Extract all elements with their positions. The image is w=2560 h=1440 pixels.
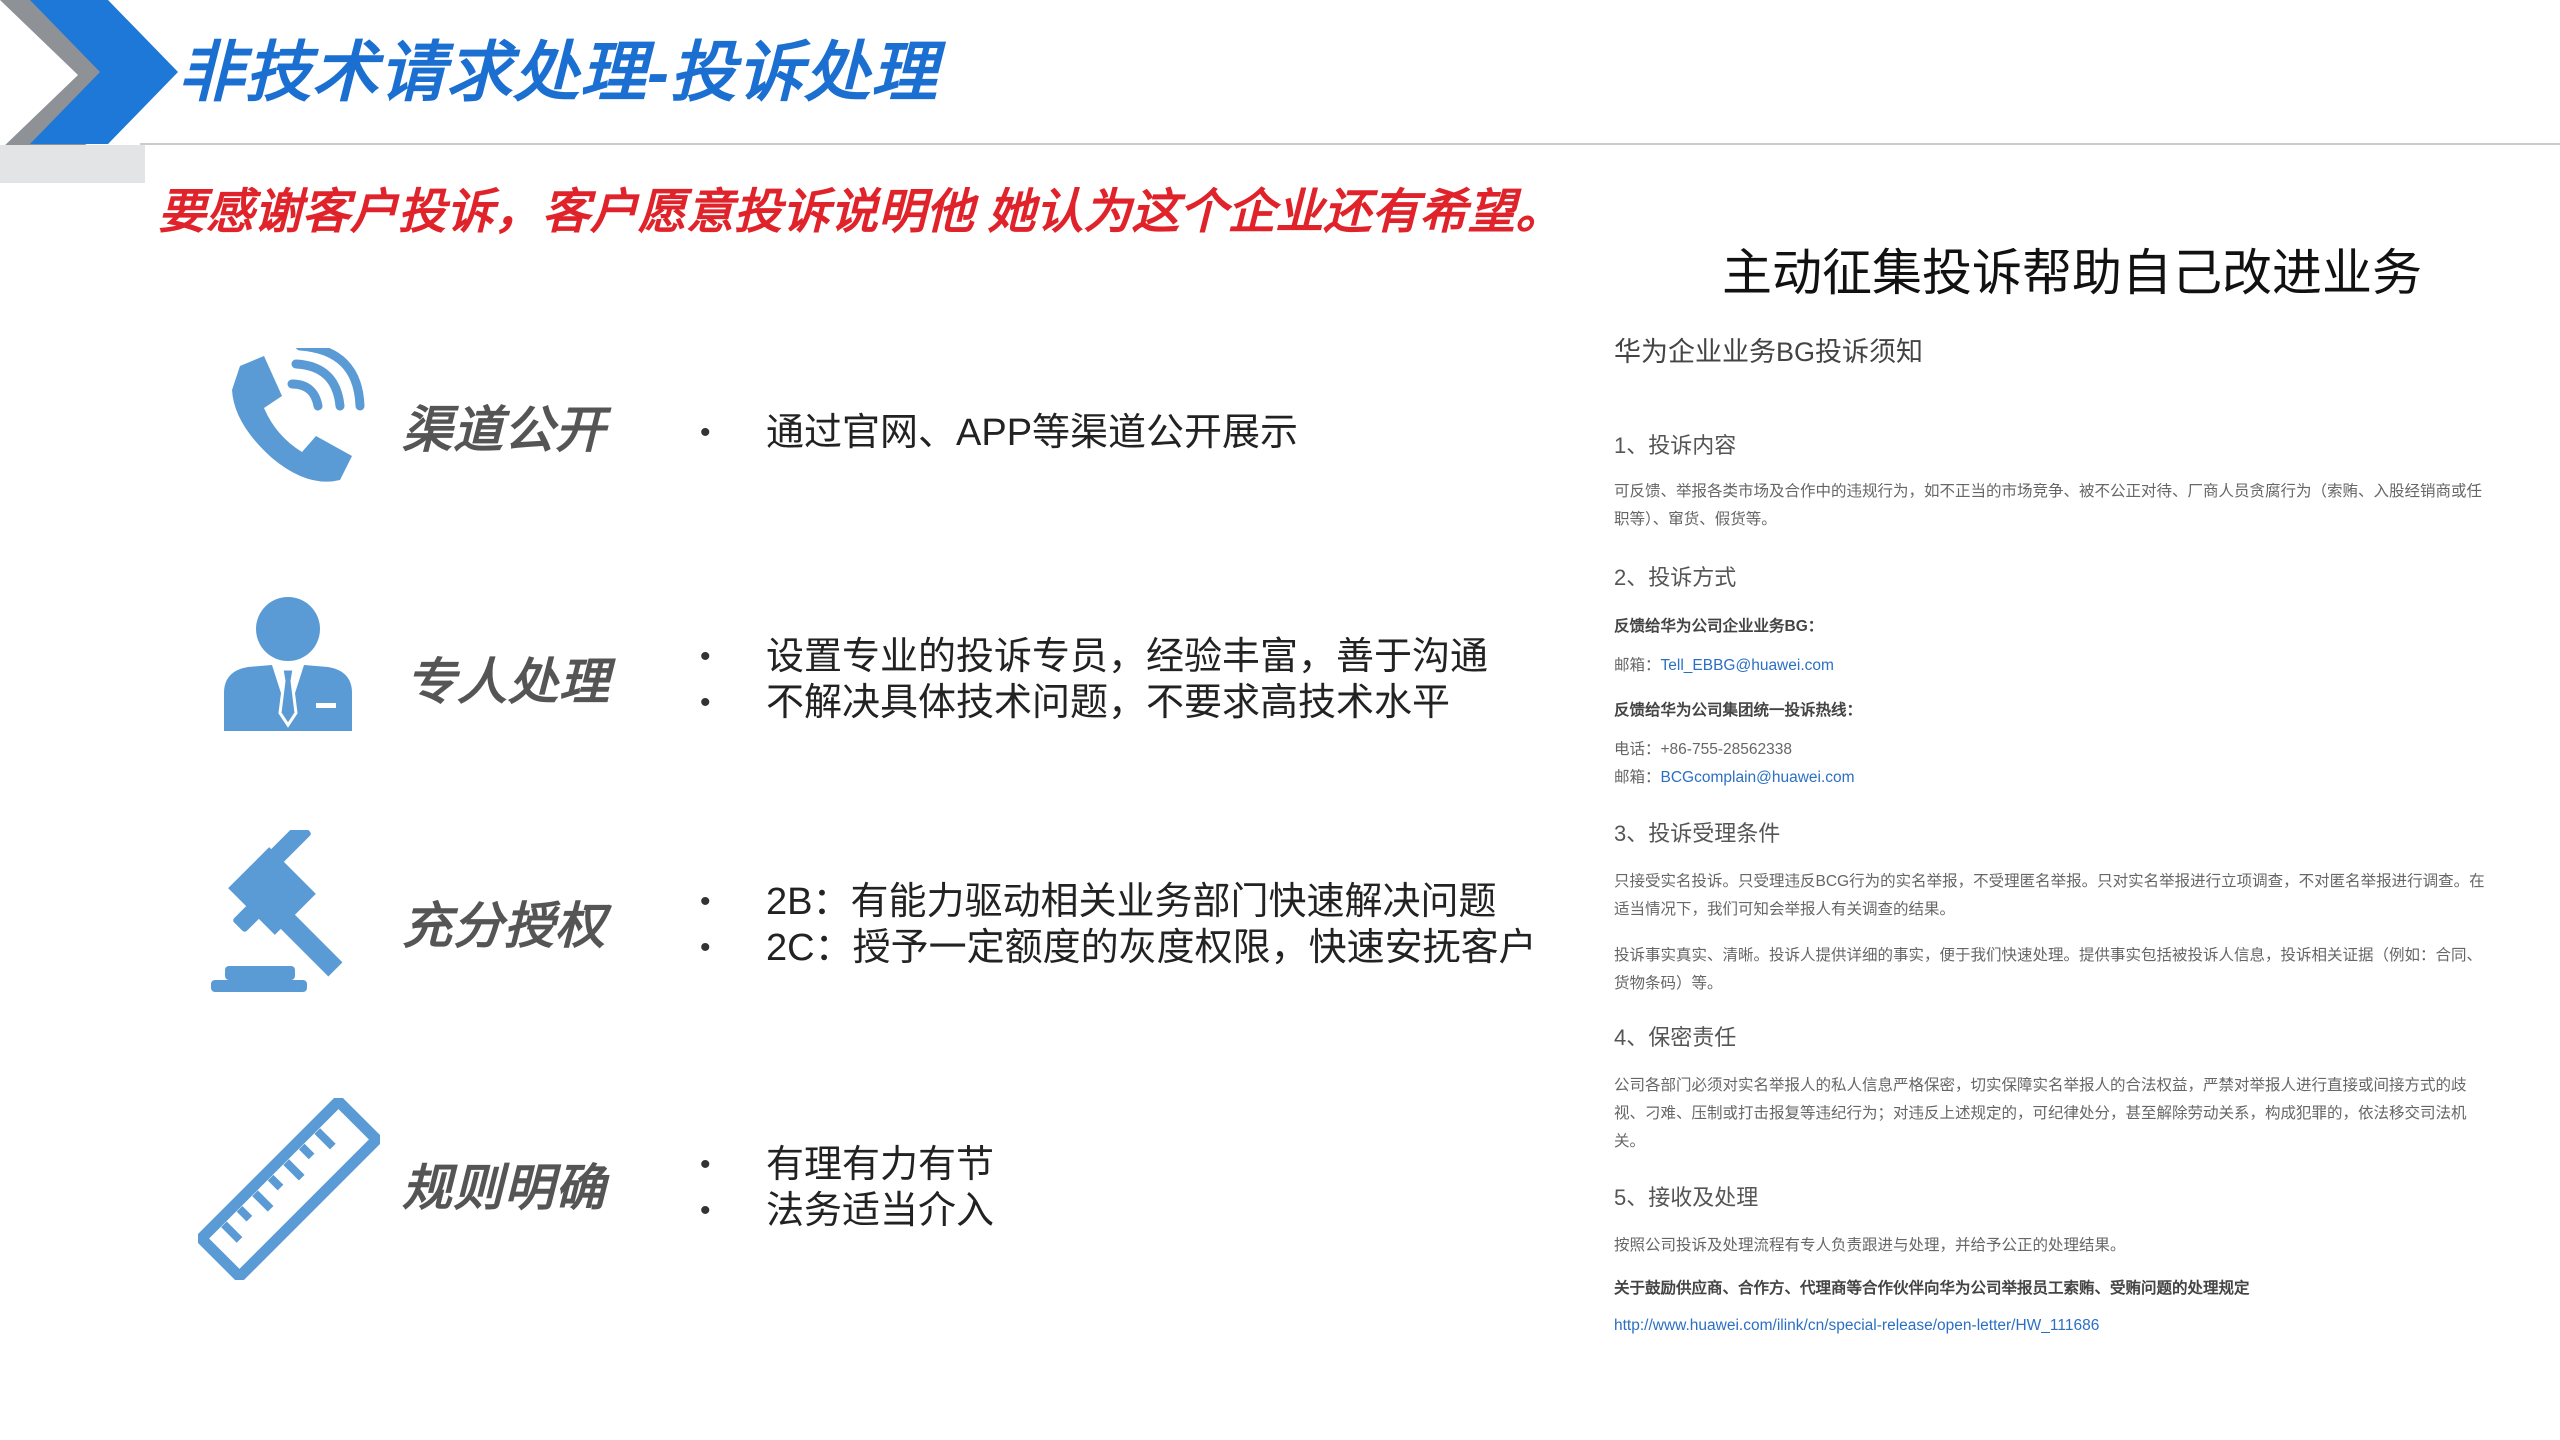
section-text: 可反馈、举报各类市场及合作中的违规行为，如不正当的市场竞争、被不公正对待、厂商人… bbox=[1614, 483, 2483, 528]
policy-link[interactable]: http://www.huawei.com/ilink/cn/special-r… bbox=[1614, 1312, 2099, 1340]
group-phone: 电话：+86-755-28562338 bbox=[1614, 741, 1792, 758]
section-heading: 5、接收及处理 bbox=[1614, 1185, 1759, 1210]
group-hotline-label: 反馈给华为公司集团统一投诉热线： bbox=[1614, 702, 1863, 719]
bullet-item: 通过官网、APP等渠道公开展示 bbox=[700, 410, 1298, 456]
gavel-icon bbox=[211, 830, 343, 992]
bullet-item: 法务适当介入 bbox=[700, 1188, 994, 1234]
bullet-item: 设置专业的投诉专员，经验丰富，善于沟通 bbox=[700, 634, 1488, 680]
group-mail-link[interactable]: BCGcomplain@huawei.com bbox=[1661, 769, 1855, 786]
row-label-authorize: 充分授权 bbox=[402, 898, 606, 954]
row-label-dedicated: 专人处理 bbox=[406, 654, 610, 710]
bg-mail-line: 邮箱：Tell_EBBG@huawei.com bbox=[1614, 652, 1834, 680]
header-gray-block bbox=[0, 145, 145, 183]
section-text: 按照公司投诉及处理流程有专人负责跟进与处理，并给予公正的处理结果。 bbox=[1614, 1237, 2126, 1254]
person-icon bbox=[224, 597, 352, 731]
bullet-item: 有理有力有节 bbox=[700, 1142, 994, 1188]
bullet-item: 2B：有能力驱动相关业务部门快速解决问题 bbox=[700, 879, 1537, 925]
ruler-icon bbox=[198, 1098, 380, 1280]
bullet-item: 不解决具体技术问题，不要求高技术水平 bbox=[700, 680, 1488, 726]
bullet-list-dedicated: 设置专业的投诉专员，经验丰富，善于沟通 不解决具体技术问题，不要求高技术水平 bbox=[700, 634, 1488, 726]
mail-label: 邮箱： bbox=[1614, 769, 1661, 786]
section-heading: 4、保密责任 bbox=[1614, 1025, 1737, 1050]
header-divider bbox=[140, 143, 2560, 145]
bullet-list-channel: 通过官网、APP等渠道公开展示 bbox=[700, 410, 1298, 456]
policy-title: 关于鼓励供应商、合作方、代理商等合作伙伴向华为公司举报员工索贿、受贿问题的处理规… bbox=[1614, 1280, 2250, 1297]
row-label-channel: 渠道公开 bbox=[402, 402, 606, 458]
section-text: 只接受实名投诉。只受理违反BCG行为的实名举报，不受理匿名举报。只对实名举报进行… bbox=[1614, 873, 2485, 918]
bullet-list-rules: 有理有力有节 法务适当介入 bbox=[700, 1142, 994, 1234]
header-chevron-logo bbox=[0, 0, 178, 150]
bullet-list-authorize: 2B：有能力驱动相关业务部门快速解决问题 2C：授予一定额度的灰度权限，快速安抚… bbox=[700, 879, 1537, 971]
page-subtitle: 要感谢客户投诉，客户愿意投诉说明他 她认为这个企业还有希望。 bbox=[158, 186, 1564, 239]
row-label-rules: 规则明确 bbox=[402, 1160, 606, 1216]
mail-label: 邮箱： bbox=[1614, 657, 1661, 674]
group-mail-line: 邮箱：BCGcomplain@huawei.com bbox=[1614, 764, 1855, 792]
bullet-item: 2C：授予一定额度的灰度权限，快速安抚客户 bbox=[700, 925, 1537, 971]
panel-title: 主动征集投诉帮助自己改进业务 bbox=[1722, 245, 2422, 301]
section-heading: 3、投诉受理条件 bbox=[1614, 821, 1781, 846]
bg-contact-label: 反馈给华为公司企业业务BG： bbox=[1614, 618, 1824, 635]
page-title: 非技术请求处理-投诉处理 bbox=[178, 35, 938, 109]
section-text: 投诉事实真实、清晰。投诉人提供详细的事实，便于我们快速处理。提供事实包括被投诉人… bbox=[1614, 947, 2483, 992]
section-text: 公司各部门必须对实名举报人的私人信息严格保密，切实保障实名举报人的合法权益，严禁… bbox=[1614, 1077, 2467, 1150]
section-heading: 2、投诉方式 bbox=[1614, 565, 1737, 590]
section-heading: 1、投诉内容 bbox=[1614, 433, 1737, 458]
phone-icon bbox=[232, 348, 365, 482]
bg-mail-link[interactable]: Tell_EBBG@huawei.com bbox=[1661, 657, 1834, 674]
notice-title: 华为企业业务BG投诉须知 bbox=[1614, 337, 1924, 367]
